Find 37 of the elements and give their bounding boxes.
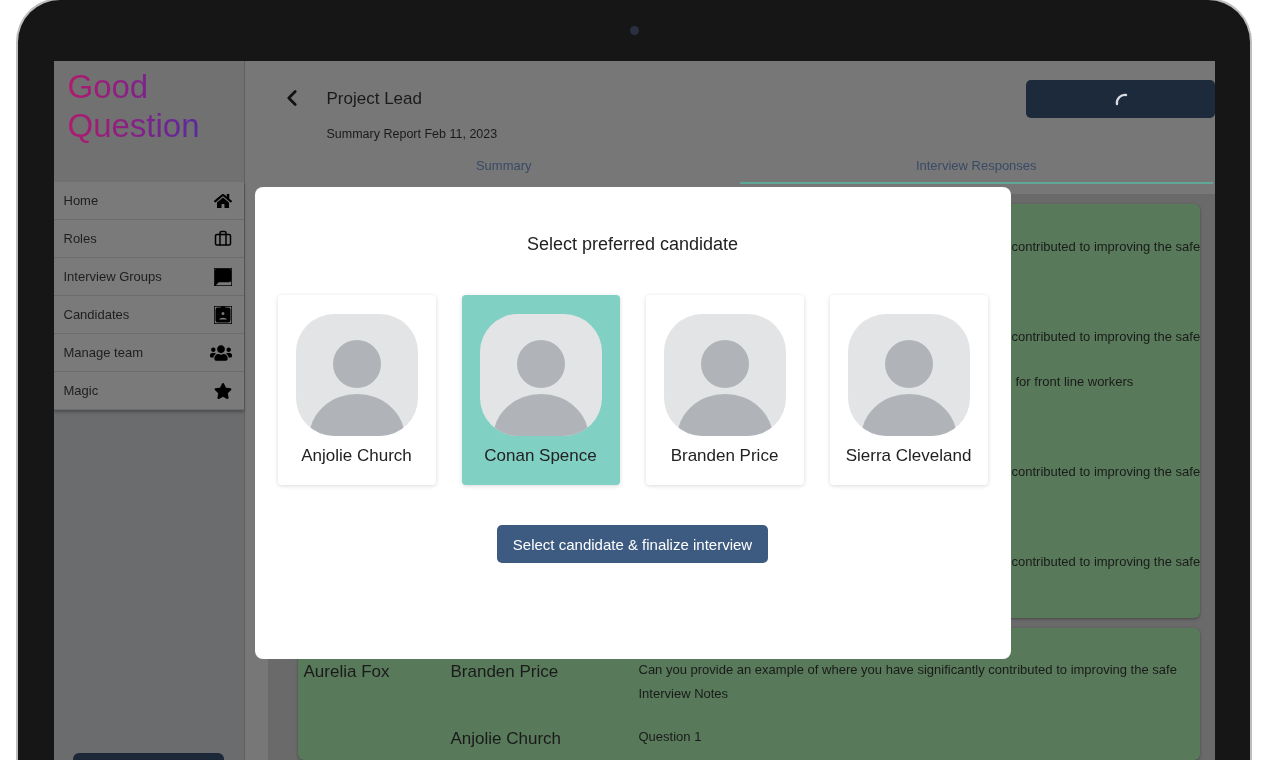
response-text: contributed to improving the safe (1011, 553, 1201, 571)
response-text: contributed to improving the safe (1011, 328, 1201, 346)
modal-title: Select preferred candidate (526, 234, 739, 255)
page-title: Project Lead (326, 89, 423, 109)
sidebar-item-label: Interview Groups (63, 269, 162, 284)
candidate-card[interactable]: Sierra Cleveland (829, 295, 988, 485)
tab[interactable]: Summary (267, 155, 740, 184)
candidate-name: Branden Price (670, 446, 779, 466)
response-text: Interview Notes (638, 686, 730, 701)
sidebar-item[interactable]: Home (53, 182, 244, 220)
candidate-name: Anjolie Church (301, 446, 412, 466)
response-text: contributed to improving the safe (1011, 238, 1201, 256)
candidate-card[interactable]: Branden Price (645, 295, 804, 485)
sidebar-item[interactable]: Interview Groups (53, 258, 244, 296)
candidate-name: Anjolie Church (450, 729, 563, 749)
candidate-name: Branden Price (450, 662, 560, 682)
response-text: for front line workers (1015, 373, 1135, 391)
sidebar-item[interactable]: Candidates (53, 296, 244, 334)
candidate-card[interactable]: Conan Spence (461, 295, 620, 485)
sidebar-item[interactable]: Roles (53, 220, 244, 258)
page-subtitle: Summary Report Feb 11, 2023 (326, 127, 499, 141)
tab[interactable]: Interview Responses (740, 155, 1213, 184)
sidebar-item-label: Roles (63, 231, 97, 246)
response-text: contributed to improving the safe (1011, 463, 1201, 481)
response-text: Question 1 (638, 729, 703, 744)
candidate-name: Sierra Cleveland (845, 446, 972, 466)
sidebar-item[interactable]: Manage team (53, 334, 244, 372)
response-text: Can you provide an example of where you have significantly contributed to improving the safe (638, 662, 1178, 677)
finalize-button[interactable]: Select candidate & finalize interview (496, 525, 769, 563)
candidate-name: Conan Spence (484, 446, 597, 466)
sidebar-item-label: Home (63, 193, 99, 208)
sidebar-item[interactable]: Magic (53, 372, 244, 410)
sidebar-item-label: Manage team (63, 345, 143, 360)
candidate-card[interactable]: Anjolie Church (277, 295, 436, 485)
interviewer-name: Aurelia Fox (303, 662, 391, 682)
sidebar-item-label: Candidates (63, 307, 130, 322)
sidebar-item-label: Magic (63, 383, 99, 398)
